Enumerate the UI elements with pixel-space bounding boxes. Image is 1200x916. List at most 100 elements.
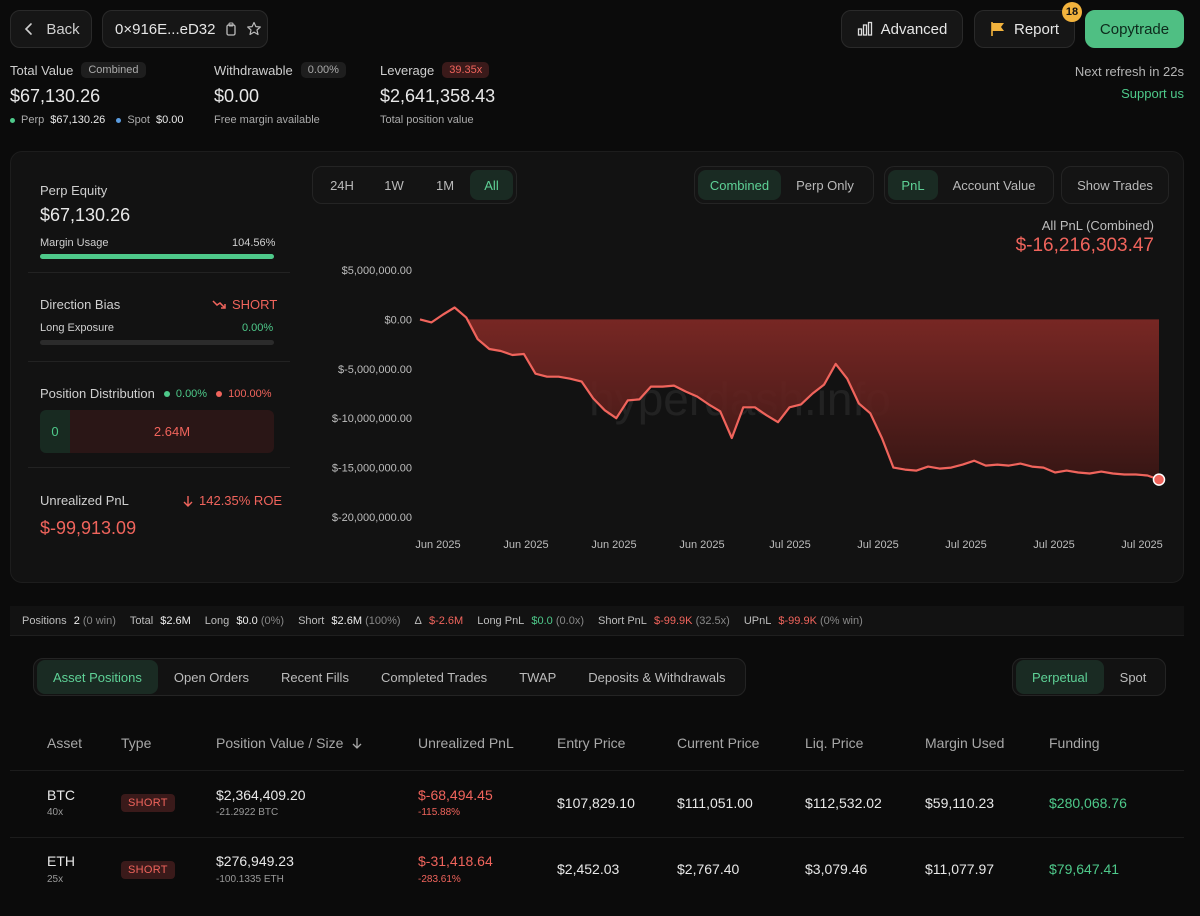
leverage-value: $2,641,358.43 (380, 86, 496, 106)
copytrade-button[interactable]: Copytrade (1085, 10, 1184, 48)
liq-price: $3,079.46 (805, 861, 868, 877)
show-trades-toggle[interactable]: Show Trades (1061, 166, 1169, 204)
position-value: $276,949.23 (216, 853, 294, 869)
metric-pnl[interactable]: PnL (888, 170, 938, 200)
y-axis: $5,000,000.00 $0.00 $-5,000,000.00 $-10,000… (332, 265, 412, 524)
distribution-bar: 0 2.64M (40, 410, 274, 453)
y-tick-label: $-15,000,000.00 (332, 463, 412, 475)
pnl-chart[interactable]: hyperdash.info $5,000,000.00$0.00$-5,000… (300, 255, 1180, 565)
perp-equity-value: $67,130.26 (40, 205, 131, 225)
x-tick-label: Jul 2025 (1033, 539, 1075, 551)
total-value: $67,130.26 (10, 86, 101, 106)
x-tick-label: Jul 2025 (1121, 539, 1163, 551)
spot-label: Spot (127, 114, 150, 126)
range-all[interactable]: All (470, 170, 513, 200)
tab-open-orders[interactable]: Open Orders (158, 660, 265, 694)
stat-upnl: UPnL $-99.9K (0% win) (743, 614, 863, 627)
tab-completed-trades[interactable]: Completed Trades (365, 660, 503, 694)
leverage-sub: Total position value (380, 114, 474, 126)
report-button[interactable]: Report (974, 10, 1075, 48)
tab-perpetual[interactable]: Perpetual (1016, 660, 1104, 694)
x-tick-label: Jul 2025 (945, 539, 987, 551)
mode-combined[interactable]: Combined (698, 170, 781, 200)
total-value-badge[interactable]: Combined (81, 62, 146, 78)
back-button[interactable]: Back (10, 10, 92, 48)
chart-summary-label: All PnL (Combined) (1041, 218, 1154, 233)
flag-icon (991, 22, 1004, 36)
tab-twap[interactable]: TWAP (503, 660, 572, 694)
spot-value: $0.00 (155, 114, 184, 126)
margin-usage-value: 104.56% (232, 237, 276, 249)
position-dist-label: Position Distribution (40, 386, 155, 401)
section-divider (28, 361, 290, 362)
long-dot-icon (163, 390, 170, 397)
column-header-margin-used[interactable]: Margin Used (925, 735, 1004, 751)
pnl-last-point (1152, 473, 1166, 486)
funding: $79,647.41 (1049, 861, 1120, 877)
withdrawable-badge: 0.00% (300, 62, 346, 78)
perp-value: $67,130.26 (50, 114, 106, 126)
x-tick-label: Jun 2025 (679, 539, 724, 551)
chevron-left-icon (25, 23, 33, 35)
tab-spot[interactable]: Spot (1104, 660, 1163, 694)
advanced-button[interactable]: Advanced (841, 10, 963, 48)
position-size: -100.1335 ETH (216, 874, 284, 885)
market-tabs: Perpetual Spot (1012, 658, 1167, 696)
leverage-badge: 39.35x (442, 62, 490, 78)
sort-desc-icon (352, 738, 362, 749)
leverage-block: Leverage 39.35x $2,641,358.43 Total posi… (380, 62, 540, 126)
copy-icon[interactable] (224, 22, 238, 36)
star-icon[interactable] (246, 21, 262, 37)
stat-total: Total $2.6M (129, 614, 191, 627)
entry-price: $2,452.03 (557, 861, 620, 877)
refresh-timer: Next refresh in 22s (1074, 64, 1184, 79)
withdrawable-sub: Free margin available (214, 114, 320, 126)
tab-asset-positions[interactable]: Asset Positions (37, 660, 158, 694)
section-divider (28, 467, 290, 468)
column-header-unrealized-pnl[interactable]: Unrealized PnL (418, 735, 514, 751)
current-price: $2,767.40 (677, 861, 740, 877)
asset-name: BTC (47, 787, 75, 803)
withdrawable-value: $0.00 (214, 86, 260, 106)
column-header-type[interactable]: Type (121, 735, 151, 751)
x-tick-label: Jun 2025 (415, 539, 460, 551)
advanced-label: Advanced (880, 20, 948, 38)
column-header-asset[interactable]: Asset (47, 735, 82, 751)
stat-delta: Δ $-2.6M (414, 614, 464, 627)
distribution-short-segment: 2.64M (70, 410, 274, 453)
time-range-selector: 24H 1W 1M All (312, 166, 517, 204)
bar-chart-icon (857, 21, 872, 36)
range-24h[interactable]: 24H (316, 170, 368, 200)
metric-account-value[interactable]: Account Value (938, 170, 1050, 200)
x-tick-label: Jul 2025 (769, 539, 811, 551)
total-value-label: Total Value (10, 62, 74, 78)
x-axis: Jun 2025 Jun 2025 Jun 2025 Jun 2025 Jul 2025… (415, 539, 1162, 551)
dist-short-pct: 100.00% (228, 387, 272, 400)
support-link[interactable]: Support us (1121, 86, 1184, 101)
unrealized-pnl: $-31,418.64 (418, 853, 493, 869)
range-1w[interactable]: 1W (368, 170, 420, 200)
x-tick-label: Jun 2025 (503, 539, 548, 551)
funding: $280,068.76 (1049, 795, 1127, 811)
tab-recent-fills[interactable]: Recent Fills (265, 660, 365, 694)
unrealized-pnl: $-68,494.45 (418, 787, 493, 803)
column-header-funding[interactable]: Funding (1049, 735, 1100, 751)
distribution-long-segment: 0 (40, 410, 70, 453)
column-header-current-price[interactable]: Current Price (677, 735, 759, 751)
chart-summary-value: $-16,216,303.47 (1015, 235, 1154, 256)
long-exposure-value: 0.00% (242, 322, 274, 334)
column-header-liq-price[interactable]: Liq. Price (805, 735, 863, 751)
range-1m[interactable]: 1M (420, 170, 470, 200)
column-header-entry-price[interactable]: Entry Price (557, 735, 625, 751)
type-badge: SHORT (121, 794, 175, 812)
asset-leverage: 25x (47, 874, 64, 885)
direction-bias-value: SHORT (212, 297, 277, 312)
mode-perp-only[interactable]: Perp Only (781, 170, 869, 200)
column-header-position-value[interactable]: Position Value / Size (216, 735, 363, 751)
total-value-block: Total Value Combined $67,130.26 Perp $67… (10, 62, 200, 126)
tab-deposits-withdrawals[interactable]: Deposits & Withdrawals (572, 660, 741, 694)
mode-selector: Combined Perp Only (694, 166, 874, 204)
back-label: Back (46, 20, 80, 38)
arrow-down-icon (183, 495, 193, 507)
margin-usage-label: Margin Usage (40, 237, 109, 249)
